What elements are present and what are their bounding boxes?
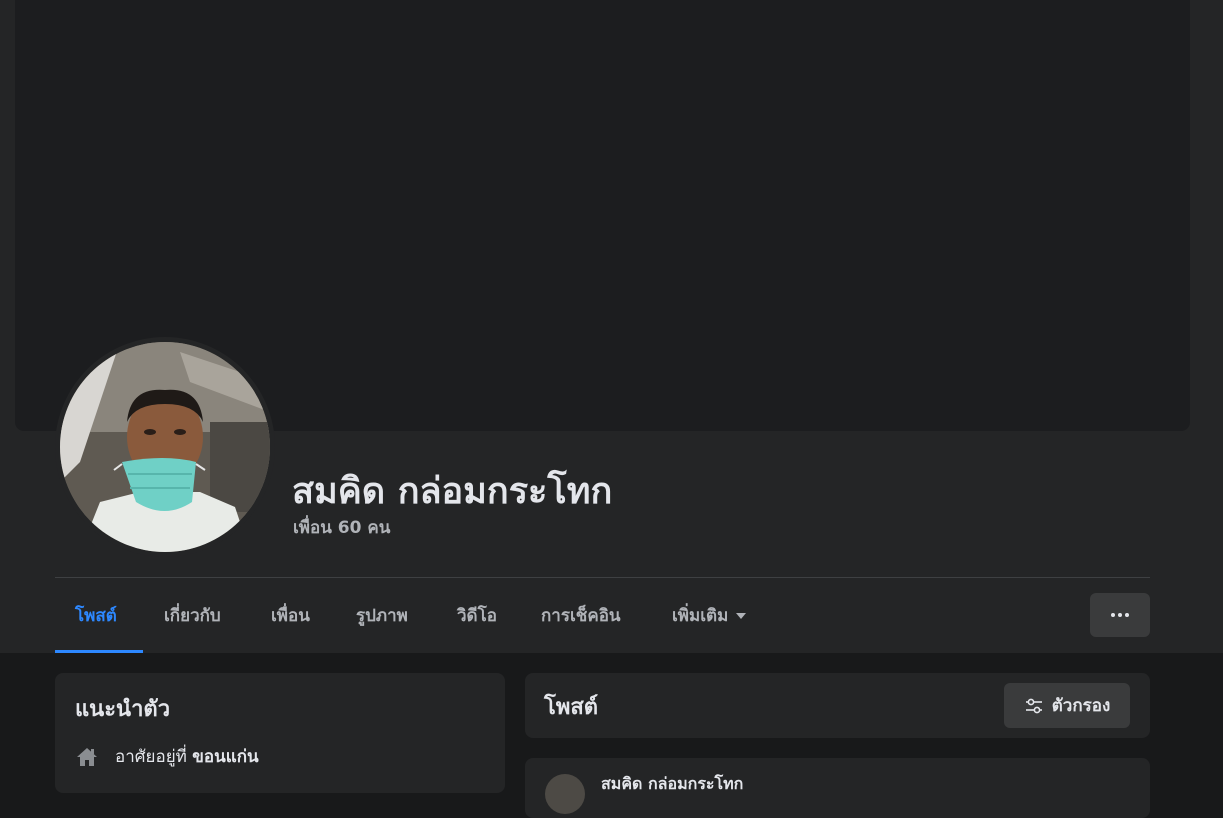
tab-videos[interactable]: วิดีโอ	[437, 580, 517, 653]
filter-button[interactable]: ตัวกรอง	[1004, 683, 1130, 728]
post-author-avatar[interactable]	[545, 774, 585, 814]
home-icon	[77, 747, 97, 766]
intro-lives-in: อาศัยอยู่ที่ ขอนแก่น	[75, 743, 259, 770]
caret-down-icon	[736, 613, 747, 619]
intro-title: แนะนำตัว	[75, 697, 171, 722]
tab-posts[interactable]: โพสต์	[55, 580, 143, 653]
intro-lives-city[interactable]: ขอนแก่น	[192, 747, 258, 767]
header-divider	[55, 577, 1150, 578]
tab-photos[interactable]: รูปภาพ	[336, 580, 428, 653]
tab-friends[interactable]: เพื่อน	[251, 580, 330, 653]
tab-about[interactable]: เกี่ยวกับ	[144, 580, 241, 653]
posts-title: โพสต์	[544, 695, 599, 720]
post-author-name[interactable]: สมคิด กล่อมกระโทก	[601, 772, 743, 797]
intro-card: แนะนำตัว อาศัยอยู่ที่ ขอนแก่น	[55, 673, 505, 793]
profile-name: สมคิด กล่อมกระโทก	[292, 471, 613, 512]
profile-photo-image	[60, 342, 270, 552]
filter-label: ตัวกรอง	[1051, 696, 1111, 716]
more-horizontal-icon	[1111, 613, 1129, 617]
intro-lives-prefix: อาศัยอยู่ที่	[115, 747, 187, 767]
posts-header-card: โพสต์ ตัวกรอง	[525, 673, 1150, 738]
tab-more-label: เพิ่มเติม	[672, 606, 729, 626]
tab-checkins[interactable]: การเช็คอิน	[521, 580, 641, 653]
filter-sliders-icon	[1025, 698, 1042, 713]
post-card: สมคิด กล่อมกระโทก	[525, 758, 1150, 818]
friend-count[interactable]: เพื่อน 60 คน	[293, 514, 390, 541]
profile-picture[interactable]	[60, 342, 270, 552]
more-options-button[interactable]	[1090, 593, 1150, 637]
tab-more[interactable]: เพิ่มเติม	[652, 580, 766, 653]
